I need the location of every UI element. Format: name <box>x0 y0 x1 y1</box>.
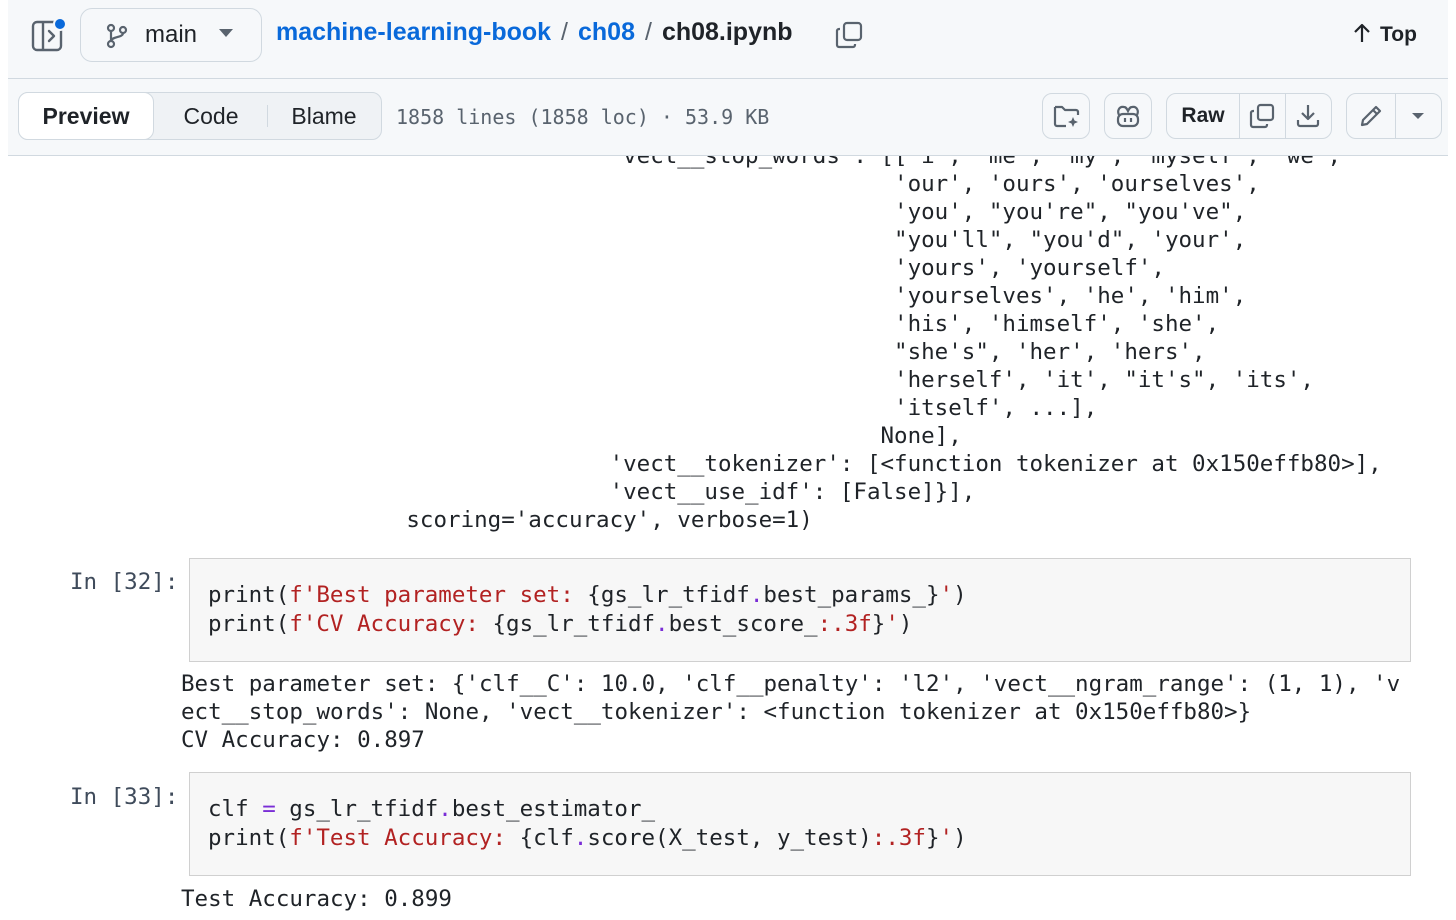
raw-button[interactable]: Raw <box>1167 94 1240 138</box>
breadcrumb-separator: / <box>561 18 568 46</box>
output-line: ect__stop_words': None, 'vect__tokenizer… <box>181 699 1252 725</box>
top-label: Top <box>1380 23 1417 46</box>
output-line: "she's", 'her', 'hers', <box>0 339 1206 365</box>
tab-divider <box>267 105 268 127</box>
more-edit-options-button[interactable] <box>1395 94 1441 138</box>
tab-blame[interactable]: Blame <box>269 93 379 139</box>
code-line: print(f'Test Accuracy: {clf.score(X_test… <box>208 824 967 851</box>
breadcrumb-separator: / <box>644 18 652 46</box>
tab-preview[interactable]: Preview <box>18 92 154 140</box>
arrow-up-icon <box>1354 23 1370 42</box>
output-line: 'vect__stop_words': [['i', 'me', 'my', '… <box>0 156 1342 169</box>
cell-prompt: In [32]: <box>70 569 179 595</box>
file-name: ch08.ipynb <box>661 18 793 46</box>
output-line: Best parameter set: {'clf__C': 10.0, 'cl… <box>181 671 1401 697</box>
edit-actions <box>1346 93 1442 139</box>
output-line: 'yours', 'yourself', <box>0 255 1165 281</box>
triangle-down-icon <box>1412 113 1424 119</box>
chevron-down-icon <box>219 29 233 37</box>
edit-file-button[interactable] <box>1347 94 1396 138</box>
output-line: 'you', "you're", "you've", <box>0 199 1247 225</box>
output-line: 'his', 'himself', 'she', <box>0 311 1220 337</box>
output-line: CV Accuracy: 0.897 <box>181 727 425 753</box>
branch-name: main <box>145 21 198 48</box>
output-line: None], <box>0 423 962 449</box>
tab-code[interactable]: Code <box>159 93 263 139</box>
output-line: 'our', 'ours', 'ourselves', <box>0 171 1260 197</box>
output-line: 'herself', 'it', "it's", 'its', <box>0 367 1314 393</box>
output-line: 'vect__use_idf': [False]}], <box>0 479 976 505</box>
copy-raw-button[interactable] <box>1239 94 1286 138</box>
cell-output: Test Accuracy: 0.899 <box>181 885 452 913</box>
output-line: 'itself', ...], <box>0 395 1098 421</box>
output-line: 'vect__tokenizer': [<function tokenizer … <box>0 451 1382 477</box>
code-line: print(f'CV Accuracy: {gs_lr_tfidf.best_s… <box>208 610 913 637</box>
output-line: Test Accuracy: 0.899 <box>181 886 452 912</box>
notebook-viewport: 'vect__stop_words': [['i', 'me', 'my', '… <box>0 156 1456 920</box>
cell-source: clf = gs_lr_tfidf.best_estimator_ print(… <box>208 795 967 852</box>
cell-source: print(f'Best parameter set: {gs_lr_tfidf… <box>208 581 967 638</box>
file-info: 1858 lines (1858 loc) · 53.9 KB <box>396 105 770 129</box>
raw-actions: Raw <box>1166 93 1332 139</box>
cell-output: 'vect__stop_words': [['i', 'me', 'my', '… <box>0 156 1456 534</box>
back-to-top-button[interactable]: Top <box>1352 22 1417 47</box>
download-button[interactable] <box>1285 94 1331 138</box>
pencil-icon <box>1360 105 1382 127</box>
breadcrumb-repo-link[interactable]: machine-learning-book <box>276 18 551 46</box>
copy-icon <box>1249 103 1275 129</box>
code-cell[interactable]: clf = gs_lr_tfidf.best_estimator_ print(… <box>189 772 1411 876</box>
copilot-button[interactable] <box>1104 93 1152 139</box>
code-line: clf = gs_lr_tfidf.best_estimator_ <box>208 796 656 822</box>
add-file-button[interactable] <box>1042 93 1090 139</box>
output-line: 'yourselves', 'he', 'him', <box>0 283 1247 309</box>
copy-path-icon[interactable] <box>834 20 864 50</box>
branch-selector-button[interactable]: main <box>80 8 262 62</box>
copilot-icon <box>1116 105 1140 128</box>
output-line: "you'll", "you'd", 'your', <box>0 227 1247 253</box>
breadcrumb: machine-learning-book / ch08 / ch08.ipynb <box>276 18 793 47</box>
view-mode-switch: Preview Code Blame <box>18 92 382 140</box>
code-cell[interactable]: print(f'Best parameter set: {gs_lr_tfidf… <box>189 558 1411 662</box>
breadcrumb-folder-link[interactable]: ch08 <box>578 18 635 46</box>
git-branch-icon <box>106 23 128 49</box>
file-toolbar: Preview Code Blame 1858 lines (1858 loc)… <box>8 79 1448 156</box>
cell-prompt: In [33]: <box>70 784 179 810</box>
sidebar-expand-icon[interactable] <box>30 14 74 58</box>
file-directory-add-icon <box>1053 105 1080 128</box>
download-icon <box>1296 105 1320 128</box>
output-line: scoring='accuracy', verbose=1) <box>0 507 813 533</box>
code-line: print(f'Best parameter set: {gs_lr_tfidf… <box>208 582 967 608</box>
file-header: main machine-learning-book / ch08 / ch08.ipy… <box>8 0 1448 79</box>
cell-output: Best parameter set: {'clf__C': 10.0, 'cl… <box>181 670 1400 754</box>
